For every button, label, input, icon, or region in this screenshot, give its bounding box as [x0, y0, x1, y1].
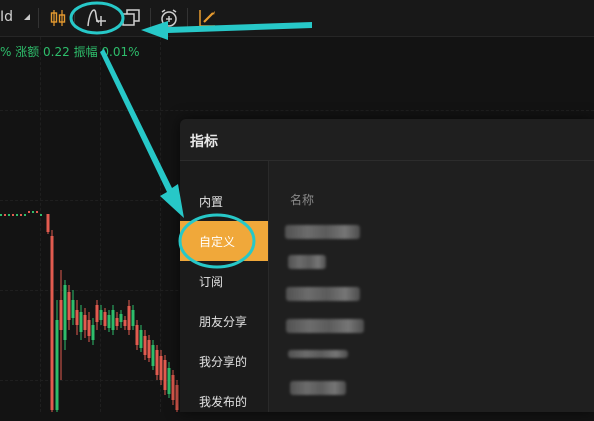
- candle-body: [175, 385, 179, 410]
- candle-body: [163, 360, 167, 390]
- candle: [4, 214, 6, 216]
- candle: [40, 214, 42, 216]
- candle: [36, 211, 38, 213]
- candle-body: [50, 236, 54, 410]
- indicator-name-redacted[interactable]: [288, 255, 326, 269]
- candle-body: [111, 310, 115, 330]
- candle: [12, 214, 14, 216]
- candle-body: [103, 312, 107, 326]
- candle: [28, 211, 30, 213]
- candle-body: [115, 318, 119, 326]
- candlestick-chart: [0, 211, 179, 412]
- candle-body: [95, 305, 99, 322]
- candle-body: [139, 330, 143, 348]
- candle-body: [83, 315, 87, 330]
- category-my-published[interactable]: 我发布的: [180, 381, 268, 421]
- candle-body: [67, 292, 71, 320]
- indicator-name-redacted[interactable]: [288, 350, 348, 358]
- drawing-pen-icon: [199, 10, 215, 27]
- category-friends-shared[interactable]: 朋友分享: [180, 301, 268, 341]
- candle-body: [143, 336, 147, 355]
- candle-body: [75, 310, 79, 325]
- candle-body: [107, 315, 111, 328]
- candle-body: [155, 350, 159, 375]
- indicator-name-redacted[interactable]: [285, 225, 360, 239]
- candle-body: [63, 285, 67, 340]
- candle-body: [99, 310, 103, 320]
- candle-body: [87, 320, 91, 336]
- candle-body: [123, 320, 127, 326]
- indicator-name-redacted[interactable]: [286, 319, 364, 333]
- candle-body: [91, 325, 95, 340]
- candle: [24, 214, 26, 216]
- panel-title: 指标: [190, 134, 218, 150]
- indicator-category-sidebar: 内置 自定义 订阅 朋友分享 我分享的 我发布的: [180, 161, 269, 412]
- toolbar-divider: [187, 8, 188, 28]
- candle-body: [159, 356, 163, 380]
- indicator-name-redacted[interactable]: [286, 287, 360, 301]
- candle: [20, 214, 22, 216]
- indicator-name-redacted[interactable]: [290, 381, 346, 395]
- candle-body: [151, 345, 155, 366]
- candle-body: [127, 306, 131, 330]
- candle-body: [71, 300, 75, 318]
- category-my-shared[interactable]: 我分享的: [180, 341, 268, 381]
- candle-body: [79, 312, 83, 332]
- candle: [32, 211, 34, 213]
- candle-body: [171, 375, 175, 400]
- candle: [8, 214, 10, 216]
- candle-body: [147, 340, 151, 358]
- indicator-panel: 指标 内置 自定义 订阅 朋友分享 我分享的 我发布的 名称: [180, 119, 594, 412]
- candle: [0, 214, 2, 216]
- drawing-button[interactable]: [193, 4, 221, 32]
- category-subscribed[interactable]: 订阅: [180, 261, 268, 301]
- category-custom[interactable]: 自定义: [180, 221, 268, 261]
- category-builtin[interactable]: 内置: [180, 181, 268, 221]
- candle-body: [46, 214, 50, 232]
- candle: [16, 214, 18, 216]
- candle-body: [55, 320, 59, 410]
- candle-body: [131, 310, 135, 326]
- candle-body: [167, 368, 171, 394]
- candle-body: [135, 325, 139, 345]
- column-header-name: 名称: [290, 193, 315, 207]
- candle-body: [119, 314, 123, 322]
- candle-body: [59, 300, 63, 330]
